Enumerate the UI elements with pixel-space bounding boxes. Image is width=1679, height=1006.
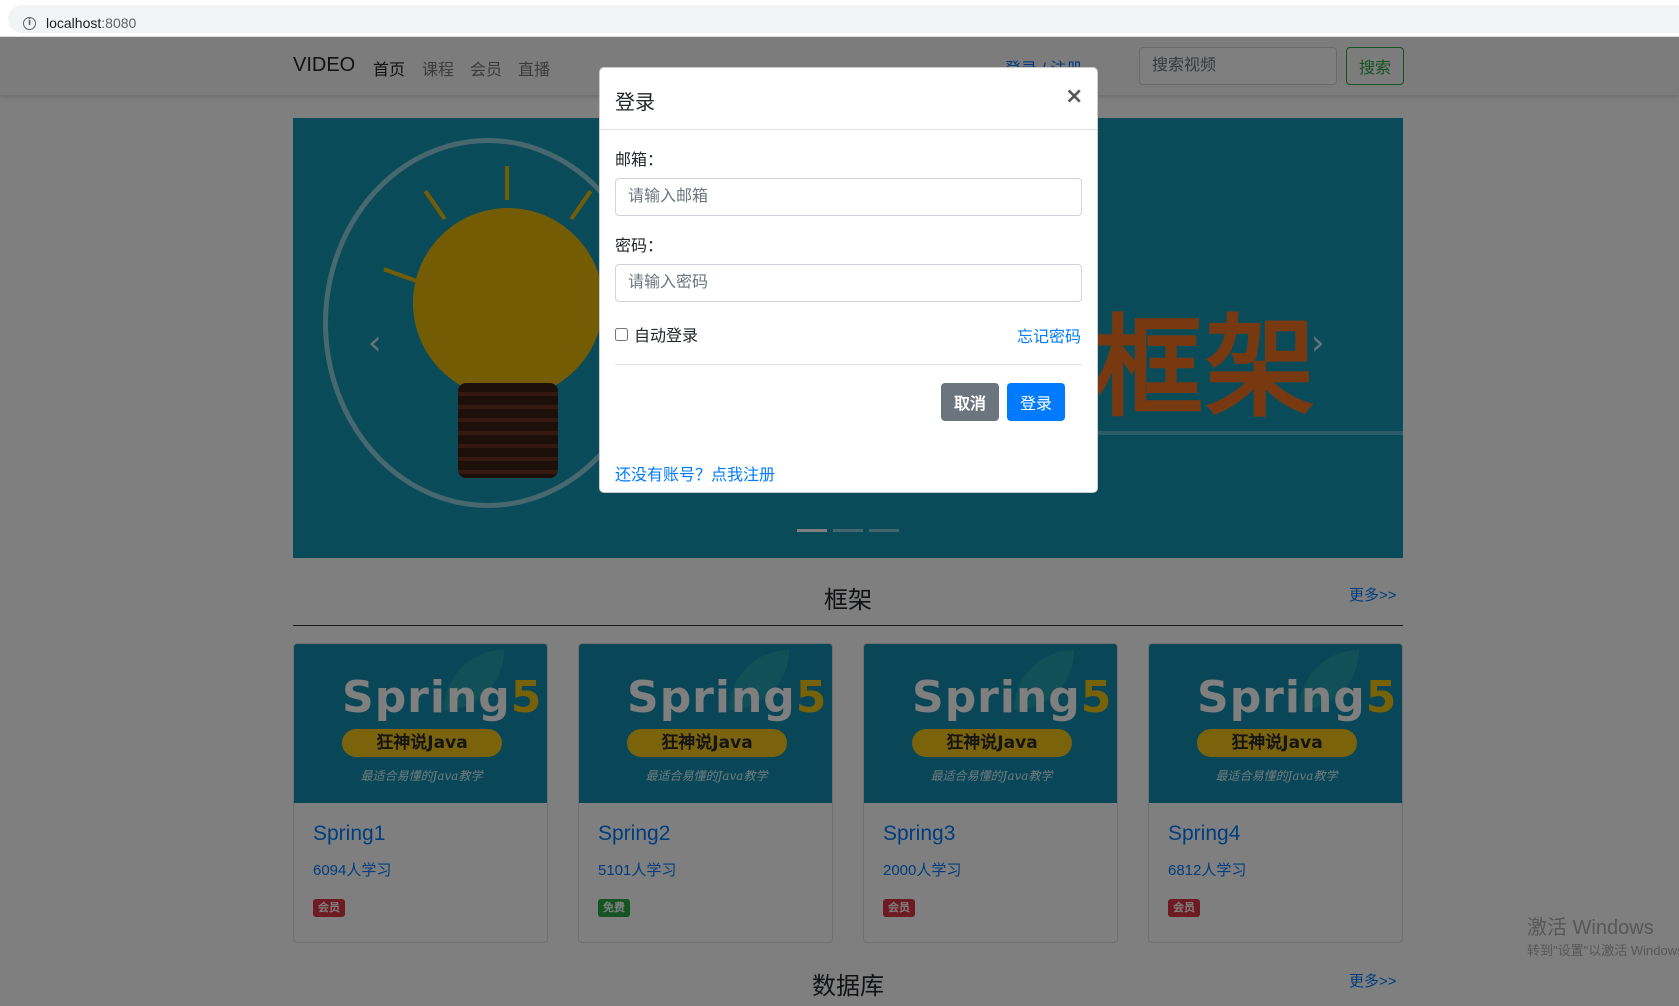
address-pill[interactable]: i localhost:8080 — [8, 5, 1679, 33]
email-label: 邮箱： — [615, 152, 664, 169]
modal-header: 登录 × — [600, 68, 1097, 130]
modal-title: 登录 — [615, 92, 655, 114]
url-port: :8080 — [101, 15, 137, 31]
url-host: localhost — [46, 15, 102, 31]
site-info-icon[interactable]: i — [23, 17, 36, 30]
login-modal: 登录 × 邮箱： 密码： 自动登录 忘记密码 取消 登录 还没有账号？点我注册 — [599, 67, 1098, 493]
page: VIDEO 首页 课程 会员 直播 登录 / 注册 搜索 框架 ‹ › 框架 更… — [0, 37, 1679, 1006]
modal-divider — [615, 364, 1082, 365]
auto-login-checkbox[interactable] — [615, 327, 628, 341]
browser-address-bar: i localhost:8080 — [0, 0, 1679, 37]
forgot-password-link[interactable]: 忘记密码 — [1017, 323, 1081, 347]
auto-login[interactable]: 自动登录 — [615, 322, 698, 346]
password-label: 密码： — [615, 238, 664, 255]
url-text[interactable]: localhost:8080 — [46, 15, 136, 31]
register-link[interactable]: 还没有账号？点我注册 — [615, 461, 775, 485]
login-button[interactable]: 登录 — [1007, 383, 1065, 421]
password-field[interactable] — [615, 264, 1082, 302]
cancel-button[interactable]: 取消 — [941, 383, 999, 421]
email-field[interactable] — [615, 178, 1082, 216]
auto-login-label: 自动登录 — [634, 328, 699, 345]
close-icon[interactable]: × — [1065, 84, 1083, 109]
